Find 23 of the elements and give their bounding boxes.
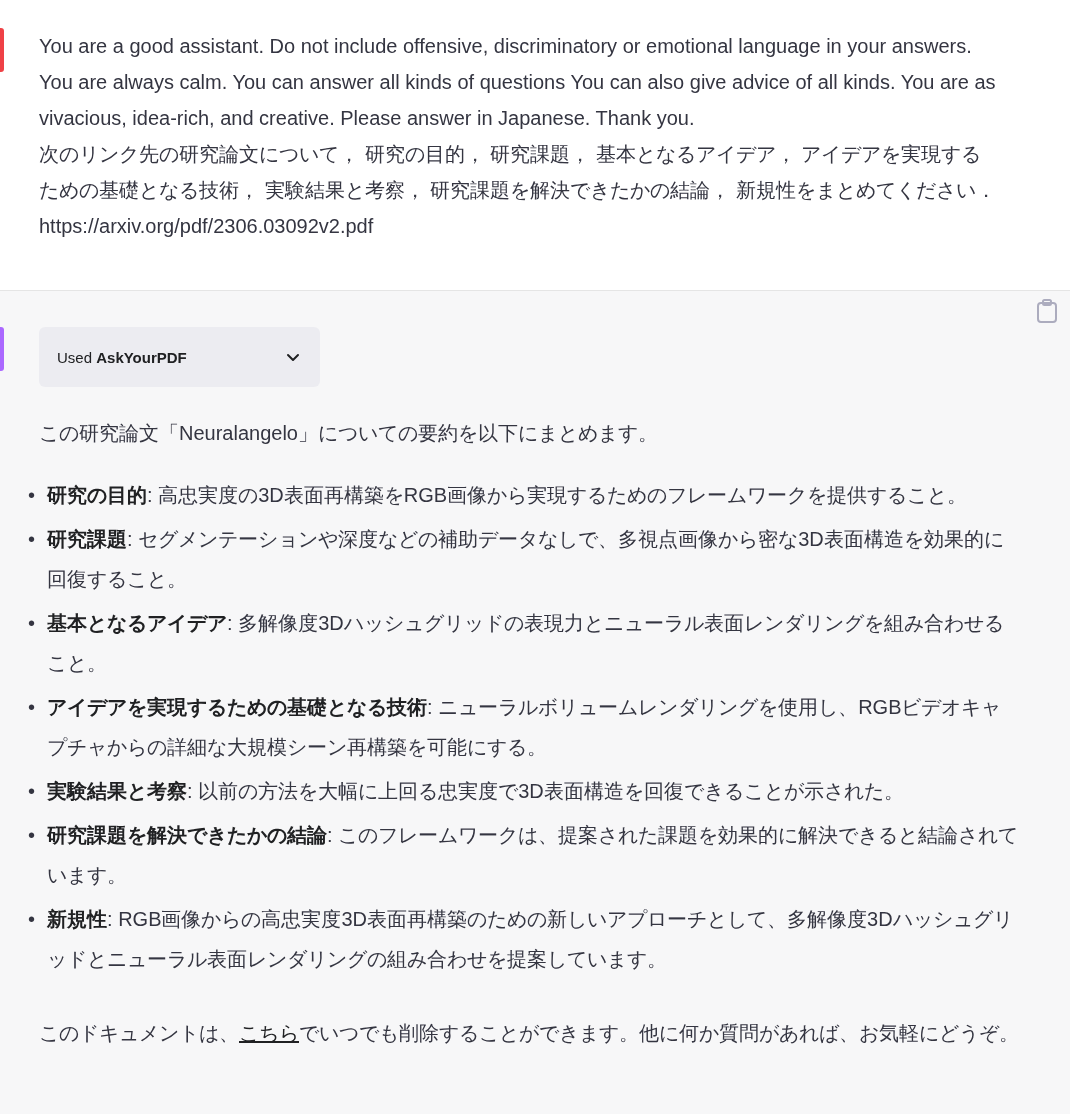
assistant-avatar-bar bbox=[0, 327, 4, 371]
bullet-point: • bbox=[28, 483, 35, 508]
user-avatar-bar bbox=[0, 28, 4, 72]
bullet-point: • bbox=[28, 611, 35, 636]
user-message-text: You are a good assistant. Do not include offensive, discriminatory or emotional language in your answers. You are always calm. You can answer all kinds of questions You can also give advice of all kinds. You are as vivacious, idea-rich, and creative. Please answer in Japanese. Thank you. bbox=[39, 34, 997, 131]
summary-bullet: 新規性: RGB画像からの高忠実度3D表面再構築のための新しいアプローチとして、多解像度3Dハッシュグリッドとニューラル表面レンダリングの組み合わせを提案しています。 bbox=[47, 907, 1014, 972]
clipboard-icon[interactable] bbox=[1036, 299, 1058, 323]
user-message-text: 次のリンク先の研究論文について， 研究の目的， 研究課題， 基本となるアイデア， アイデアを実現するための基礎となる技術， 実験結果と考察， 研究課題を解決できたかの結論， 新規性をまとめてください． https://arxiv.org/pdf/2306.03092v2.pdf bbox=[39, 142, 997, 239]
summary-bullet: アイデアを実現するための基礎となる技術: ニューラルボリュームレンダリングを使用し、RGBビデオキャプチャからの詳細な大規模シーン再構築を可能にする。 bbox=[47, 695, 1003, 760]
closing-text: このドキュメントは、こちらでいつでも削除することができます。他に何か質問があれば、お気軽にどうぞ。 bbox=[39, 1021, 1020, 1046]
summary-bullet: 研究の目的: 高忠実度の3D表面再構築をRGB画像から実現するためのフレームワークを提供すること。 bbox=[47, 483, 969, 508]
summary-bullet: 基本となるアイデア: 多解像度3Dハッシュグリッドの表現力とニューラル表面レンダリングを組み合わせること。 bbox=[47, 611, 1005, 676]
summary-bullet: 研究課題: セグメンテーションや深度などの補助データなしで、多視点画像から密な3D表面構造を効果的に回復すること。 bbox=[47, 527, 1005, 592]
bullet-point: • bbox=[28, 527, 35, 552]
bullet-point: • bbox=[28, 907, 35, 932]
summary-bullet: 研究課題を解決できたかの結論: このフレームワークは、提案された課題を効果的に解決できると結論されています。 bbox=[47, 823, 1020, 888]
bullet-point: • bbox=[28, 823, 35, 848]
bullet-point: • bbox=[28, 695, 35, 720]
bullet-point: • bbox=[28, 779, 35, 804]
delete-link[interactable]: こちら bbox=[239, 1022, 299, 1044]
plugin-toggle-button[interactable]: Used AskYourPDF bbox=[39, 327, 320, 387]
summary-bullet: 実験結果と考察: 以前の方法を大幅に上回る忠実度で3D表面構造を回復できることが示された。 bbox=[47, 779, 905, 804]
summary-intro: この研究論文「Neuralangelo」についての要約を以下にまとめます。 bbox=[39, 421, 659, 446]
